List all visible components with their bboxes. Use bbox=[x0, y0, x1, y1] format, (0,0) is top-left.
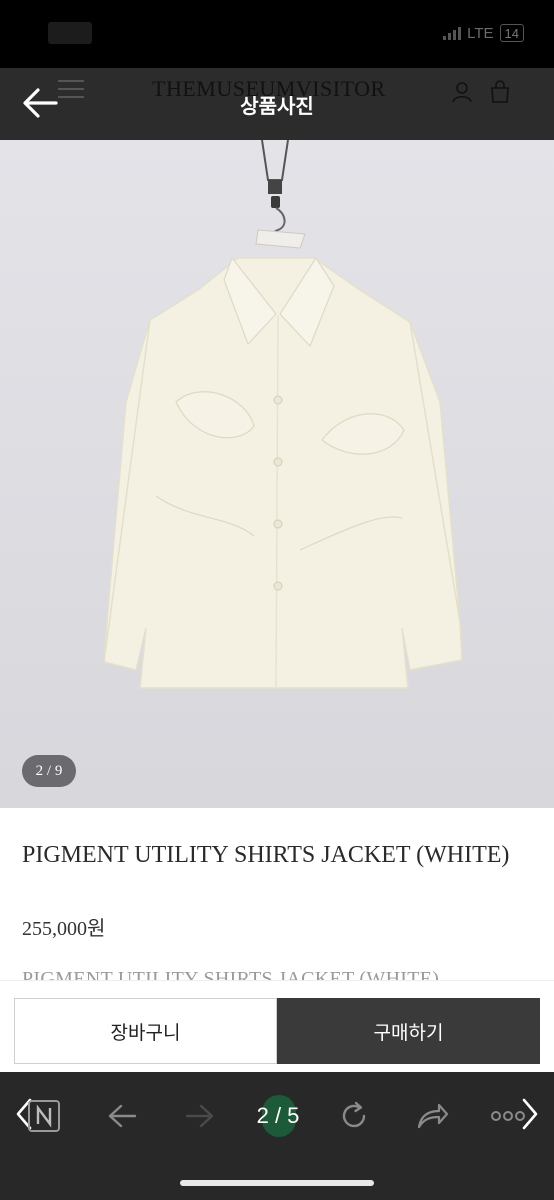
status-bar: LTE 14 bbox=[0, 0, 554, 68]
share-icon[interactable] bbox=[410, 1094, 454, 1138]
refresh-icon[interactable] bbox=[332, 1094, 376, 1138]
product-info: PIGMENT UTILITY SHIRTS JACKET (WHITE) 25… bbox=[0, 808, 554, 1000]
product-photo[interactable]: 2 / 9 bbox=[0, 140, 554, 808]
forward-icon[interactable] bbox=[178, 1094, 222, 1138]
jacket-illustration bbox=[0, 140, 554, 808]
naver-home-icon[interactable] bbox=[22, 1094, 66, 1138]
viewer-title: 상품사진 bbox=[240, 94, 314, 118]
page-indicator-label: 2 / 5 bbox=[256, 1103, 300, 1128]
time-indicator bbox=[48, 22, 92, 44]
network-label: LTE bbox=[467, 24, 494, 42]
buy-now-button[interactable]: 구매하기 bbox=[277, 998, 540, 1064]
home-indicator bbox=[180, 1180, 374, 1186]
action-bar: 장바구니 구매하기 bbox=[0, 980, 554, 1072]
n-logo-icon bbox=[28, 1100, 60, 1132]
page-indicator[interactable]: 2 / 5 bbox=[248, 1094, 308, 1138]
photo-counter: 2 / 9 bbox=[22, 755, 76, 787]
battery-icon: 14 bbox=[499, 24, 524, 42]
chevron-right-icon[interactable] bbox=[520, 1096, 540, 1132]
viewer-bar: 상품사진 bbox=[0, 68, 554, 140]
signal-icon bbox=[443, 26, 462, 40]
back-icon[interactable] bbox=[100, 1094, 144, 1138]
add-to-cart-button[interactable]: 장바구니 bbox=[14, 998, 277, 1064]
product-price: 255,000원 bbox=[22, 918, 106, 940]
product-name: PIGMENT UTILITY SHIRTS JACKET (WHITE) bbox=[22, 842, 510, 868]
status-icons: LTE 14 bbox=[443, 24, 524, 42]
